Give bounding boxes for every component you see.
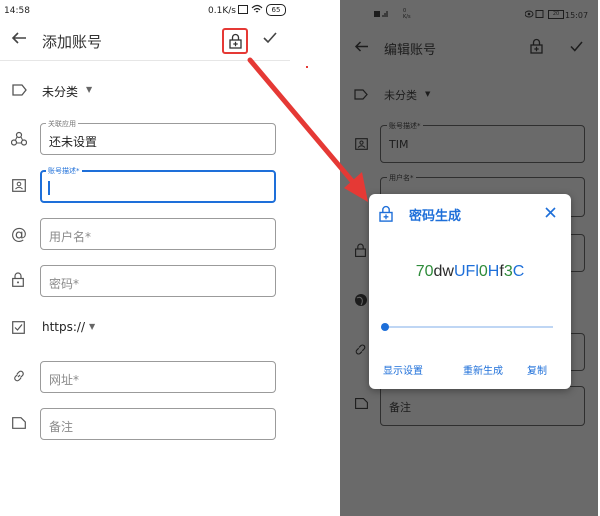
username-placeholder: 用户名* (49, 230, 92, 244)
status-bar: 0 K/s 20 15:07 (340, 0, 598, 34)
signal-icon (374, 10, 396, 18)
label-tag-icon (12, 84, 27, 96)
password-char: dw (433, 263, 454, 280)
password-placeholder: 密码* (49, 277, 80, 291)
status-time: 15:07 (565, 11, 589, 20)
note-icon (355, 398, 368, 409)
generated-password[interactable]: 70dwUFl0Hf3C (369, 263, 571, 281)
password-char: 0 (424, 263, 434, 280)
back-arrow-icon[interactable] (11, 31, 27, 45)
password-char: U (453, 263, 466, 280)
text-cursor (48, 181, 50, 195)
category-value: 未分类 (42, 85, 79, 99)
slider-thumb[interactable] (381, 323, 389, 331)
dropdown-arrow-icon: ▼ (89, 322, 96, 331)
description-value: TIM (389, 138, 409, 151)
link-icon (12, 369, 26, 383)
scheme-selector[interactable]: https:// ▼ (42, 319, 102, 337)
page-title: 添加账号 (42, 33, 103, 51)
lock-plus-icon[interactable] (530, 38, 543, 54)
url-placeholder: 网址* (49, 373, 80, 387)
dropdown-arrow-icon: ▼ (425, 90, 431, 98)
globe-icon (354, 293, 368, 307)
password-field[interactable]: 密码* (40, 265, 276, 297)
lock-icon (12, 272, 24, 287)
password-field-edge (570, 234, 585, 272)
lock-plus-icon (379, 205, 393, 222)
close-icon[interactable] (545, 207, 556, 218)
battery-indicator: 20 (548, 10, 564, 19)
linked-app-label: 关联应用 (46, 119, 78, 129)
note-value: 备注 (389, 401, 411, 414)
username-field[interactable]: 用户名* (40, 218, 276, 250)
status-time: 14:58 (4, 6, 30, 16)
note-field[interactable]: 备注 (40, 408, 276, 440)
at-sign-icon: @ (11, 224, 27, 243)
linked-app-value: 还未设置 (49, 135, 98, 149)
url-field-edge (570, 333, 585, 371)
generated-password-text: 70dwUFl0Hf3C (416, 263, 525, 280)
password-char: C (512, 263, 525, 280)
checkbox-icon (12, 321, 25, 334)
password-char: F (465, 263, 476, 280)
link-icon (354, 343, 367, 356)
sim-icon (238, 5, 248, 14)
password-char: 0 (478, 263, 488, 280)
username-label: 用户名* (387, 173, 416, 183)
status-net-speed: 0.1K/s (208, 6, 236, 16)
password-char: 3 (503, 263, 513, 280)
confirm-check-icon[interactable] (263, 32, 277, 44)
status-bar: 14:58 0.1K/s 65 (0, 0, 290, 22)
note-field[interactable]: 备注 (380, 386, 585, 426)
copy-button[interactable]: 复制 (527, 362, 547, 377)
lock-plus-icon (229, 33, 242, 49)
scheme-value: https:// (42, 320, 86, 334)
status-net: 0 K/s (403, 8, 411, 20)
length-slider[interactable] (381, 322, 553, 332)
url-field[interactable]: 网址* (40, 361, 276, 393)
description-label: 账号描述* (387, 121, 423, 131)
description-field[interactable]: 账号描述* TIM (380, 121, 585, 163)
id-card-icon (12, 179, 26, 192)
page-title: 编辑账号 (384, 43, 437, 58)
wifi-icon (251, 4, 263, 14)
show-settings-button[interactable]: 显示设置 (383, 362, 423, 377)
lock-icon (355, 243, 366, 257)
dialog-title: 密码生成 (409, 209, 462, 224)
category-value[interactable]: 未分类 (384, 87, 417, 103)
description-label: 账号描述* (46, 166, 82, 176)
battery-indicator: 65 (266, 4, 286, 16)
annotation-arrow (247, 57, 368, 202)
password-char: 7 (415, 263, 425, 280)
note-placeholder: 备注 (49, 420, 74, 434)
password-char: H (487, 263, 500, 280)
app-link-icon (11, 131, 27, 146)
category-selector[interactable]: 未分类 ▼ (42, 82, 102, 100)
dropdown-arrow-icon: ▼ (86, 85, 93, 94)
note-icon (12, 417, 26, 429)
regenerate-button[interactable]: 重新生成 (463, 362, 503, 377)
eye-nfc-icons (525, 10, 545, 18)
slider-track (381, 326, 553, 328)
confirm-check-icon[interactable] (570, 41, 583, 52)
password-generator-dialog: 密码生成 70dwUFl0Hf3C 显示设置 重新生成 复制 (369, 194, 571, 389)
